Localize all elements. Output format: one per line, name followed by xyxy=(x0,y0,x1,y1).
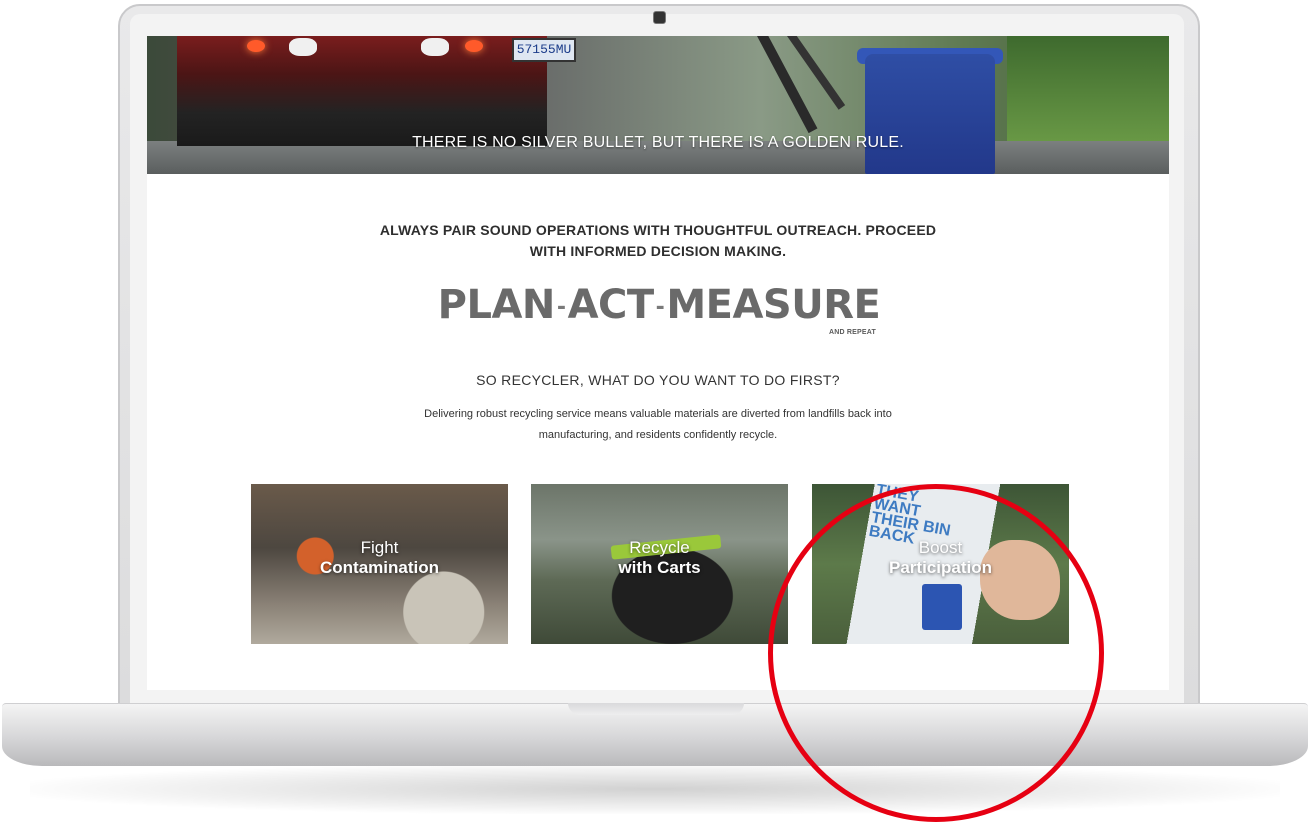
hero-trees xyxy=(1007,36,1169,146)
logo-word-measure: MEASURE xyxy=(666,282,881,328)
camera-icon xyxy=(653,11,666,24)
logo-separator: - xyxy=(655,294,665,320)
truck-license-plate: 57155MU xyxy=(512,38,576,62)
description-line: Delivering robust recycling service mean… xyxy=(424,408,892,420)
truck-reflector-icon xyxy=(421,38,449,56)
tile-recycle-with-carts[interactable]: Recycle with Carts xyxy=(531,484,788,644)
section-description: Delivering robust recycling service mean… xyxy=(377,404,939,446)
hero-caption: THERE IS NO SILVER BULLET, BUT THERE IS … xyxy=(412,134,904,151)
laptop-mockup: 57155MU THERE IS NO SILVER BULLET, BUT T… xyxy=(0,0,1310,837)
tile-label-line2: Participation xyxy=(889,558,992,577)
website-screen: 57155MU THERE IS NO SILVER BULLET, BUT T… xyxy=(147,36,1169,690)
intro-lead-line: WITH INFORMED DECISION MAKING. xyxy=(529,243,787,259)
tile-fight-contamination[interactable]: Fight Contamination xyxy=(251,484,508,644)
logo-tagline: AND REPEAT xyxy=(829,329,876,336)
tile-label: Boost Participation xyxy=(812,538,1069,578)
tile-boost-participation[interactable]: THEY WANT THEIR BIN BACK Boost Participa… xyxy=(812,484,1069,644)
tile-label-line1: Boost xyxy=(918,538,963,557)
description-line: manufacturing, and residents confidently… xyxy=(538,429,778,441)
logo-separator: - xyxy=(556,294,566,320)
logo-word-plan: PLAN xyxy=(437,282,556,328)
truck-reflector-icon xyxy=(289,38,317,56)
logo-word-act: ACT xyxy=(567,282,655,328)
section-question: SO RECYCLER, WHAT DO YOU WANT TO DO FIRS… xyxy=(476,372,840,388)
recycling-bin xyxy=(865,54,995,174)
tile-label-line1: Fight xyxy=(360,538,399,557)
tile-label: Recycle with Carts xyxy=(531,538,788,578)
plan-act-measure-logo: PLAN-ACT-MEASURE xyxy=(419,282,899,328)
tile-label-line1: Recycle xyxy=(629,538,690,557)
truck-light-icon xyxy=(247,40,265,52)
intro-lead-line: ALWAYS PAIR SOUND OPERATIONS WITH THOUGH… xyxy=(379,222,937,238)
laptop-shadow xyxy=(30,764,1280,814)
hero-banner: 57155MU THERE IS NO SILVER BULLET, BUT T… xyxy=(147,36,1169,174)
intro-lead: ALWAYS PAIR SOUND OPERATIONS WITH THOUGH… xyxy=(327,220,989,262)
hero-truck: 57155MU xyxy=(177,36,576,146)
laptop-notch xyxy=(568,703,744,715)
tile-label: Fight Contamination xyxy=(251,538,508,578)
tile-label-line2: with Carts xyxy=(618,558,701,577)
truck-arm xyxy=(757,36,818,134)
card-bin-graphic xyxy=(922,584,962,630)
truck-light-icon xyxy=(465,40,483,52)
tile-label-line2: Contamination xyxy=(320,558,439,577)
